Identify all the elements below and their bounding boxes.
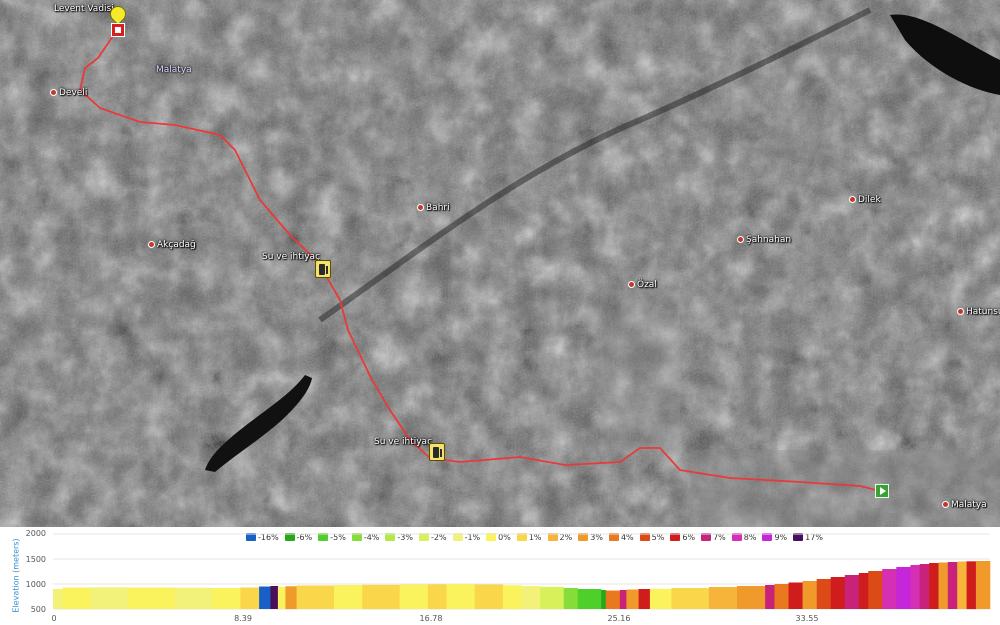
place-dot-icon (957, 308, 964, 315)
elevation-segment (938, 562, 949, 609)
place-dot-icon (628, 281, 635, 288)
place-dot-icon (942, 501, 949, 508)
elevation-segment (502, 585, 522, 610)
elevation-segment (259, 586, 271, 609)
x-tick: 0 (51, 614, 57, 623)
place-levent-vadisi[interactable]: Levent Vadisi (54, 4, 114, 14)
elevation-segment (540, 586, 564, 610)
place-dot-icon (148, 241, 155, 248)
place-dot-icon (849, 196, 856, 203)
place-dot-icon (737, 236, 744, 243)
elevation-segment (90, 587, 129, 610)
elevation-segment (605, 590, 621, 609)
elevation-segment (765, 585, 775, 609)
elevation-segment (774, 584, 789, 609)
elevation-segment (649, 588, 672, 610)
elevation-segment (619, 590, 627, 609)
x-tick: 25.16 (607, 614, 631, 623)
place-ozal[interactable]: Özal (628, 280, 657, 290)
place-bahri[interactable]: Bahri (417, 203, 450, 213)
place-dilek[interactable]: Dilek (849, 195, 881, 205)
elevation-segment (868, 571, 883, 609)
elevation-segment (975, 561, 991, 609)
elevation-segment (563, 588, 579, 609)
elevation-segment (816, 579, 832, 609)
elevation-segment (174, 587, 213, 610)
elevation-segment (638, 589, 651, 609)
elevation-segment (240, 587, 260, 609)
elevation-segment (858, 573, 869, 609)
x-tick: 33.55 (795, 614, 819, 623)
elevation-segment (521, 586, 541, 609)
elevation-segment (62, 587, 91, 609)
elevation-segment (334, 585, 363, 609)
elevation-segment (957, 561, 967, 609)
elevation-segment (966, 561, 977, 610)
poi-label-water-2: Su ve ihtiyaç (374, 437, 433, 447)
region-label: Malatya (156, 65, 192, 75)
elevation-segment (362, 584, 400, 610)
elevation-segment (882, 569, 897, 609)
elevation-segment (708, 587, 738, 609)
place-akcadag[interactable]: Akçadağ (148, 240, 196, 250)
elevation-segment (296, 585, 335, 609)
place-hatunsuyu[interactable]: Hatunsuyu (957, 307, 1000, 317)
elevation-segment (844, 575, 860, 609)
place-malatya-city[interactable]: Malatya (942, 500, 987, 510)
x-tick: 16.78 (419, 614, 443, 623)
route-start-icon[interactable] (875, 484, 889, 498)
elevation-segment (737, 586, 766, 609)
elevation-segment (947, 562, 958, 609)
elevation-segment (788, 582, 803, 609)
place-dot-icon (417, 204, 424, 211)
elevation-segment (277, 587, 286, 609)
elevation-segment (474, 584, 504, 609)
elevation-segment (577, 589, 602, 609)
elevation-segment (919, 564, 930, 609)
elevation-segment (285, 586, 297, 610)
elevation-segment (601, 590, 607, 609)
elevation-segment (128, 587, 176, 609)
poi-label-water-1: Su ve ihtiyaç (262, 252, 321, 262)
place-develi[interactable]: Develi (50, 88, 87, 98)
elevation-segment (929, 563, 939, 609)
satellite-map[interactable]: Malatya Levent Vadisi Develi Akçadağ Bah… (0, 0, 1000, 527)
fuel-station-icon[interactable] (429, 443, 445, 461)
elevation-segment (626, 589, 639, 609)
place-dot-icon (50, 89, 57, 96)
elevation-segment (830, 577, 846, 609)
place-sahnahan[interactable]: Şahnahan (737, 235, 791, 245)
terrain-imagery (0, 0, 1000, 527)
elevation-segment (427, 584, 447, 610)
elevation-segment (270, 586, 279, 609)
elevation-chart[interactable] (0, 527, 1000, 625)
route-end-icon[interactable] (111, 23, 125, 37)
elevation-segment (53, 589, 63, 609)
elevation-segment (671, 588, 710, 609)
elevation-segment (446, 584, 475, 609)
elevation-segment (802, 581, 817, 609)
elevation-segment (896, 567, 911, 609)
elevation-profile[interactable]: -16% -6% -5% -4% -3% -2% -1% 0% 1% 2% 3% 4% 5% 6% 7% 8%… (0, 527, 1000, 625)
elevation-segment (399, 584, 429, 609)
elevation-segment (910, 565, 921, 609)
x-tick: 8.39 (234, 614, 252, 623)
elevation-segment (212, 588, 241, 609)
fuel-station-icon[interactable] (315, 260, 331, 278)
